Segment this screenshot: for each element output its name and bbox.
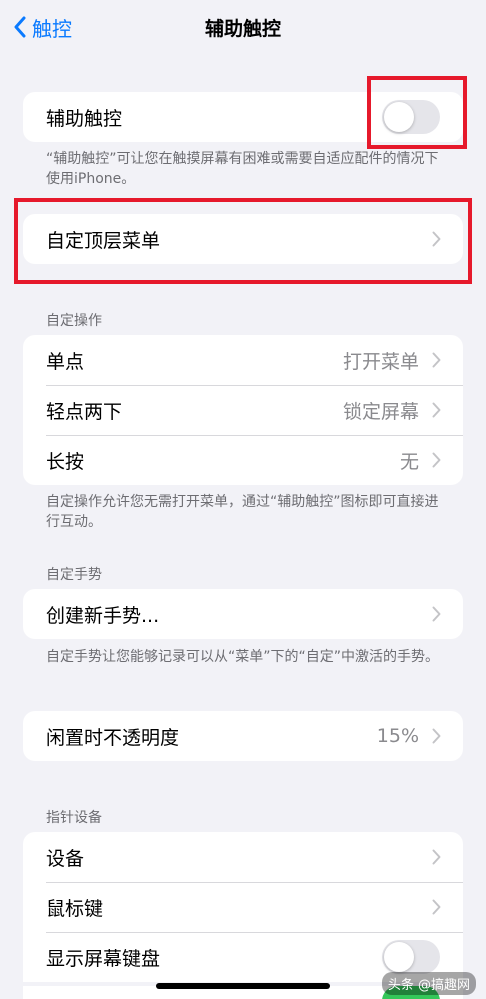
highlight-box-top-menu (14, 198, 472, 284)
highlight-box-toggle (367, 76, 467, 149)
chevron-right-icon (432, 352, 441, 368)
idle-opacity-row[interactable]: 闲置时不透明度 15% (23, 711, 463, 761)
create-gesture-label: 创建新手势... (46, 604, 160, 627)
create-gesture-row[interactable]: 创建新手势... (23, 589, 463, 639)
action-value: 打开菜单 (342, 350, 419, 373)
action-label: 长按 (46, 450, 85, 473)
toggle-knob (384, 942, 414, 972)
assistive-touch-label: 辅助触控 (46, 107, 123, 130)
pointer-row-devices[interactable]: 设备 (23, 832, 463, 882)
action-value: 无 (399, 450, 419, 473)
watermark: 头条 @搞趣网 (381, 972, 476, 995)
action-row-double-tap[interactable]: 轻点两下 锁定屏幕 (23, 385, 463, 435)
chevron-right-icon (432, 452, 441, 468)
custom-actions-group: 单点 打开菜单 轻点两下 锁定屏幕 长按 无 (23, 335, 463, 485)
pointer-label: 鼠标键 (46, 897, 104, 920)
idle-opacity-label: 闲置时不透明度 (46, 726, 180, 749)
chevron-right-icon (432, 899, 441, 915)
action-label: 单点 (46, 350, 85, 373)
chevron-right-icon (432, 849, 441, 865)
custom-actions-footer: 自定操作允许您无需打开菜单，通过“辅助触控”图标即可直接进行互动。 (46, 494, 439, 530)
custom-gestures-footer: 自定手势让您能够记录可以从“菜单”下的“自定”中激活的手势。 (46, 649, 440, 665)
custom-gestures-header: 自定手势 (46, 567, 102, 583)
pointer-row-mouse-keys[interactable]: 鼠标键 (23, 882, 463, 932)
home-indicator (156, 983, 330, 989)
idle-opacity-group: 闲置时不透明度 15% (23, 711, 463, 761)
pointer-label: 设备 (46, 847, 85, 870)
chevron-right-icon (432, 728, 441, 744)
custom-actions-header: 自定操作 (46, 313, 102, 329)
assistive-touch-footer: “辅助触控”可让您在触摸屏幕有困难或需要自适应配件的情况下使用iPhone。 (46, 151, 439, 187)
action-row-long-press[interactable]: 长按 无 (23, 435, 463, 485)
pointer-devices-header: 指针设备 (46, 810, 102, 826)
action-label: 轻点两下 (46, 400, 123, 423)
chevron-right-icon (432, 402, 441, 418)
chevron-right-icon (432, 606, 441, 622)
idle-opacity-value: 15% (376, 725, 419, 747)
pointer-label: 显示屏幕键盘 (46, 947, 161, 970)
action-row-single-tap[interactable]: 单点 打开菜单 (23, 335, 463, 385)
pointer-devices-group: 设备 鼠标键 显示屏幕键盘 (23, 832, 463, 982)
page-title: 辅助触控 (204, 18, 281, 40)
custom-gestures-group: 创建新手势... (23, 589, 463, 639)
navigation-bar: 触控 辅助触控 (0, 0, 486, 56)
onscreen-keyboard-toggle[interactable] (382, 940, 440, 974)
action-value: 锁定屏幕 (342, 400, 419, 423)
